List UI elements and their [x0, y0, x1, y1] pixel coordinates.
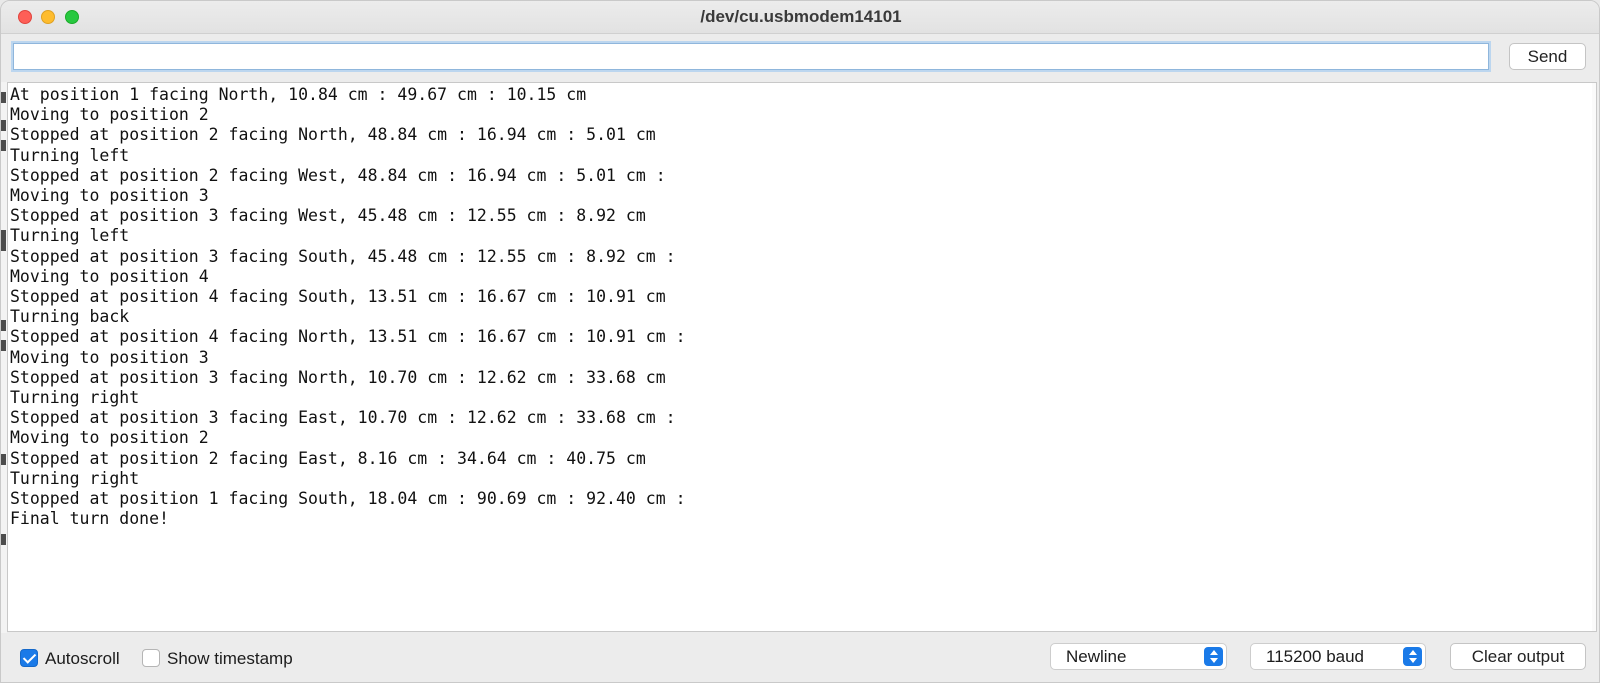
send-row: Send	[1, 34, 1599, 82]
output-line: Stopped at position 2 facing North, 48.8…	[10, 125, 656, 145]
output-line: Moving to position 3	[10, 186, 209, 206]
output-line: Stopped at position 3 facing East, 10.70…	[10, 408, 676, 428]
output-line: Moving to position 2	[10, 105, 209, 125]
output-line: Turning left	[10, 145, 130, 165]
output-line: Turning back	[10, 307, 130, 327]
serial-output[interactable]: At position 1 facing North, 10.84 cm : 4…	[7, 82, 1597, 632]
output-line: Turning left	[10, 226, 130, 246]
output-scrollbar[interactable]	[1592, 83, 1596, 631]
output-line: Stopped at position 2 facing East, 8.16 …	[10, 448, 646, 468]
output-line: At position 1 facing North, 10.84 cm : 4…	[10, 85, 587, 104]
output-line: Stopped at position 4 facing South, 13.5…	[10, 287, 666, 307]
autoscroll-label: Autoscroll	[45, 649, 120, 668]
autoscroll-checkbox[interactable]	[20, 649, 38, 667]
line-ending-select[interactable]: Newline	[1050, 643, 1227, 670]
output-line: Moving to position 2	[10, 428, 209, 448]
line-ending-value: Newline	[1066, 647, 1127, 666]
output-line: Moving to position 4	[10, 266, 209, 286]
output-line: Stopped at position 4 facing North, 13.5…	[10, 327, 686, 347]
show-timestamp-label: Show timestamp	[167, 649, 293, 668]
chevron-up-down-icon	[1403, 647, 1422, 666]
send-button[interactable]: Send	[1509, 43, 1586, 70]
bottom-toolbar: Autoscroll Show timestamp Newline 115200…	[1, 633, 1599, 682]
output-line: Turning right	[10, 388, 140, 408]
baud-rate-value: 115200 baud	[1266, 647, 1365, 666]
output-line: Stopped at position 3 facing West, 45.48…	[10, 206, 646, 226]
message-input[interactable]	[13, 43, 1489, 70]
title-bar[interactable]: /dev/cu.usbmodem14101	[1, 1, 1599, 34]
output-line: Stopped at position 3 facing North, 10.7…	[10, 367, 666, 387]
output-line: Moving to position 3	[10, 347, 209, 367]
baud-rate-select[interactable]: 115200 baud	[1250, 643, 1426, 670]
output-line: Final turn done!	[10, 509, 169, 529]
output-line: Stopped at position 2 facing West, 48.84…	[10, 165, 666, 185]
output-line: Turning right	[10, 468, 140, 488]
serial-monitor-window: /dev/cu.usbmodem14101 Send At position 1…	[0, 0, 1600, 683]
output-line: Stopped at position 3 facing South, 45.4…	[10, 246, 676, 266]
show-timestamp-checkbox[interactable]	[142, 649, 160, 667]
clear-output-button[interactable]: Clear output	[1450, 643, 1586, 670]
window-title: /dev/cu.usbmodem14101	[700, 7, 902, 26]
output-line: Stopped at position 1 facing South, 18.0…	[10, 489, 686, 509]
chevron-up-down-icon	[1204, 647, 1223, 666]
